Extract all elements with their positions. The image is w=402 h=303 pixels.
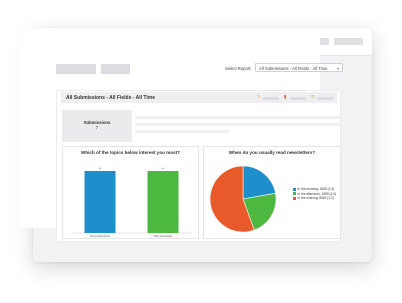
legend-item[interactable]: In the evening: 8/8/2 (1.2)	[293, 196, 336, 201]
report-select-value: All Submissions - All Fields - All Time	[259, 65, 328, 71]
chevron-down-icon: ▾	[336, 65, 339, 71]
bar-value-label: 4	[99, 167, 101, 171]
pie-legend: In the morning: 2/8/8 (1.0) In the aftern…	[293, 187, 336, 201]
bar-chart-card: Which of the topics below interest you m…	[62, 146, 199, 239]
legend-swatch	[293, 187, 296, 191]
placeholder-line	[135, 130, 229, 133]
select-report-label: Select Report:	[225, 66, 252, 71]
submissions-summary: Submissions 7	[62, 110, 132, 142]
placeholder-button[interactable]	[101, 64, 130, 74]
report-select[interactable]: All Submissions - All Fields - All Time …	[255, 63, 343, 72]
bar-category-label: Topic Subscribers	[90, 234, 111, 238]
header-action-label[interactable]	[290, 97, 306, 100]
bar-category-label: Topic Newsletter	[153, 234, 172, 238]
legend-swatch	[293, 196, 296, 200]
header-action-label[interactable]	[263, 97, 279, 100]
legend-label: In the afternoon: 2/8/8 (1.0)	[297, 191, 337, 196]
legend-swatch	[293, 192, 296, 196]
header-action-label[interactable]	[317, 97, 333, 100]
report-title: All Submissions - All Fields - All Time	[66, 95, 155, 101]
legend-item[interactable]: In the morning: 2/8/8 (1.0)	[293, 187, 336, 192]
edit-icon[interactable]: ✎	[257, 94, 261, 100]
bar[interactable]	[147, 171, 179, 233]
placeholder-line	[135, 116, 341, 119]
refresh-icon[interactable]: ↻	[311, 94, 315, 100]
bar-value-label: 4	[162, 167, 164, 171]
legend-label: In the morning: 2/8/8 (1.0)	[297, 187, 335, 192]
pie-chart-card: When do you usually read newsletters? In…	[203, 146, 341, 239]
submissions-count: 7	[95, 125, 99, 130]
legend-item[interactable]: In the afternoon: 2/8/8 (1.0)	[293, 192, 336, 197]
placeholder-button[interactable]	[56, 64, 96, 74]
bar-chart: 4 Topic Subscribers 4 Topic Newsletter	[73, 167, 191, 238]
toolbar-button[interactable]	[334, 38, 363, 45]
bar[interactable]	[84, 171, 116, 233]
legend-label: In the evening: 8/8/2 (1.2)	[297, 196, 334, 201]
pdf-icon[interactable]: ▮	[284, 94, 286, 100]
placeholder-line	[135, 123, 341, 126]
